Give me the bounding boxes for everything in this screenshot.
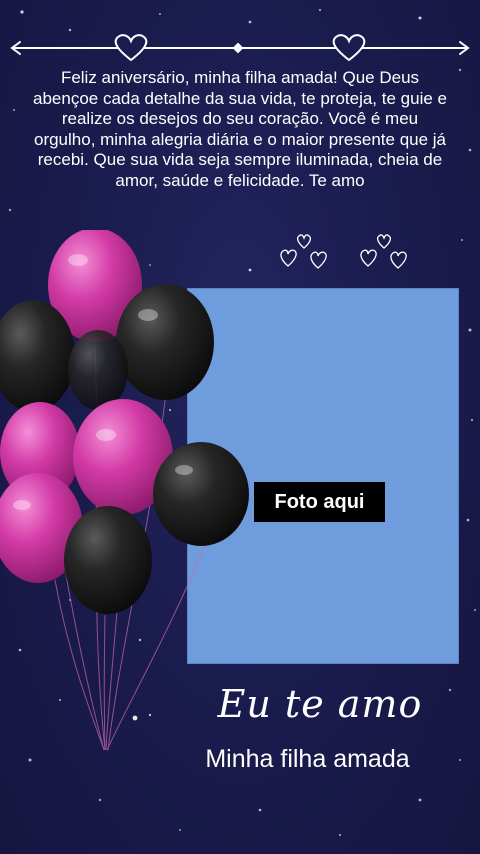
subtitle: Minha filha amada [205,745,410,773]
birthday-card: Feliz aniversário, minha filha amada! Qu… [0,0,480,854]
photo-placeholder-label[interactable]: Foto aqui [254,482,385,522]
small-hearts-icon [360,234,407,269]
heart-divider-icon [10,34,470,62]
birthday-message: Feliz aniversário, minha filha amada! Qu… [33,68,447,190]
script-title: Eu te amo [217,682,423,726]
small-hearts-icon [280,234,327,269]
